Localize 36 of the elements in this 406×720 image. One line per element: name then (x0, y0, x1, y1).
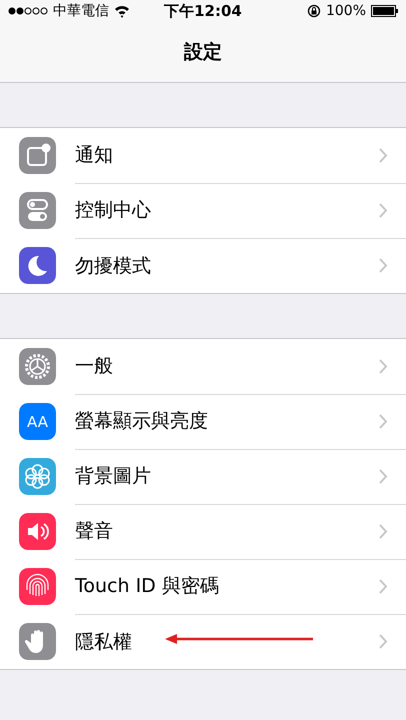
settings-row[interactable]: AA 螢幕顯示與亮度 (0, 394, 406, 449)
carrier-name: 中華電信 (53, 2, 109, 20)
settings-row[interactable]: 控制中心 (0, 183, 406, 238)
screen-title: 設定 (184, 40, 222, 65)
chevron-icon (379, 358, 388, 374)
battery-percent: 100% (326, 3, 366, 19)
settings-row[interactable]: 一般 (0, 339, 406, 394)
row-label: 一般 (75, 354, 114, 379)
chevron-icon (379, 258, 388, 273)
settings-row[interactable]: 聲音 (0, 504, 406, 559)
text-size-icon: AA (19, 403, 56, 440)
row-label: 控制中心 (75, 198, 152, 223)
signal-icon (8, 6, 48, 16)
chevron-icon (379, 148, 388, 162)
chevron-icon (379, 634, 388, 649)
row-label: 聲音 (75, 519, 114, 544)
row-label: 通知 (75, 143, 114, 168)
chevron-icon (379, 202, 388, 218)
row-label: 背景圖片 (75, 464, 152, 489)
row-label: 隱私權 (75, 630, 133, 654)
chevron-icon (379, 524, 388, 538)
rotation-lock-icon (306, 4, 321, 18)
chevron-icon (379, 414, 388, 428)
wifi-icon (114, 4, 130, 18)
settings-row[interactable]: 隱私權 (0, 614, 406, 669)
settings-row[interactable]: 勿擾模式 (0, 238, 406, 293)
row-label: 螢幕顯示與亮度 (75, 409, 209, 434)
battery-icon (371, 5, 398, 17)
settings-row[interactable]: 通知 (0, 128, 406, 183)
settings-row[interactable]: 背景圖片 (0, 449, 406, 504)
settings-row[interactable]: Touch ID 與密碼 (0, 559, 406, 614)
row-label: 勿擾模式 (75, 254, 152, 278)
chevron-icon (379, 578, 388, 594)
chevron-icon (379, 468, 388, 484)
clock-time: 下午12:04 (164, 2, 242, 20)
row-label: Touch ID 與密碼 (75, 574, 220, 599)
